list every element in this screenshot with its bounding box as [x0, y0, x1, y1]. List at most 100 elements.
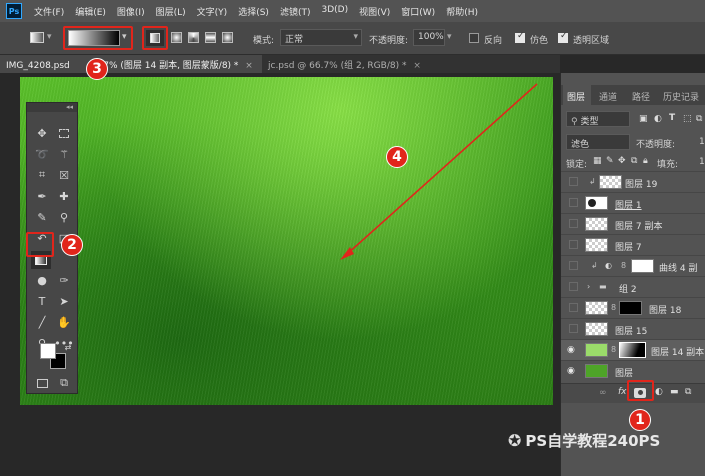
- type-tool-icon[interactable]: T: [33, 293, 51, 309]
- marquee-tool-icon[interactable]: [55, 125, 73, 141]
- visibility-toggle[interactable]: [569, 177, 578, 186]
- reverse-checkbox[interactable]: [469, 33, 479, 43]
- tab-jc[interactable]: jc.psd @ 66.7% (组 2, RGB/8) * ×: [262, 55, 421, 73]
- crop-tool-icon[interactable]: ⌗: [33, 167, 51, 183]
- tab-paths[interactable]: 路径: [628, 85, 658, 105]
- layer-row[interactable]: 图层 7: [561, 234, 705, 255]
- document-canvas[interactable]: [20, 77, 553, 405]
- foreground-color-swatch[interactable]: [40, 343, 56, 359]
- close-icon[interactable]: ×: [413, 61, 421, 71]
- visibility-toggle[interactable]: [569, 303, 578, 312]
- menu-filter[interactable]: 滤镜(T): [280, 5, 311, 18]
- diamond-gradient-button[interactable]: [222, 32, 233, 43]
- magic-wand-tool-icon[interactable]: ⚚: [55, 146, 73, 162]
- filter-type-icon[interactable]: T: [669, 113, 675, 123]
- tab-img4208[interactable]: IMG_4208.psd 6.7% (图层 14 副本, 图层蒙版/8) * ×: [0, 55, 262, 73]
- new-layer-icon[interactable]: ⧉: [685, 387, 691, 397]
- transparency-checkbox[interactable]: [558, 31, 568, 43]
- visibility-toggle[interactable]: [569, 240, 578, 249]
- filter-pixel-icon[interactable]: ▣: [639, 114, 648, 124]
- tab-title: jc.psd @ 66.7% (组 2, RGB/8) *: [268, 61, 407, 71]
- tab-title-suffix: 6.7% (图层 14 副本, 图层蒙版/8) *: [94, 61, 239, 71]
- clone-stamp-tool-icon[interactable]: ⚲: [55, 209, 73, 225]
- menu-help[interactable]: 帮助(H): [446, 5, 478, 18]
- layer-row[interactable]: ◉ 图层: [561, 360, 705, 381]
- lock-pixels-icon[interactable]: ✎: [606, 156, 614, 166]
- opacity-dropdown-icon[interactable]: ▾: [447, 32, 452, 42]
- brush-tool-icon[interactable]: ✎: [33, 209, 51, 225]
- quick-mask-icon[interactable]: [33, 375, 51, 391]
- opacity-input[interactable]: 100%: [413, 29, 445, 46]
- adjustment-layer-icon[interactable]: ◐: [655, 387, 663, 397]
- hand-tool-icon[interactable]: ✋: [55, 314, 73, 330]
- dither-checkbox[interactable]: [515, 31, 525, 43]
- layer-row[interactable]: ↲ 图层 19: [561, 171, 705, 192]
- lock-artboard-icon[interactable]: ⧉: [631, 156, 637, 166]
- visibility-toggle[interactable]: [569, 219, 578, 228]
- tab-channels[interactable]: 通道: [595, 85, 625, 105]
- filter-shape-icon[interactable]: ⬚: [683, 114, 692, 124]
- dodge-tool-icon[interactable]: ●: [33, 272, 51, 288]
- layer-thumbnail: [585, 322, 608, 336]
- filter-adjustment-icon[interactable]: ◐: [654, 114, 662, 124]
- expand-group-icon[interactable]: ›: [587, 282, 590, 291]
- menu-bar: Ps 文件(F) 编辑(E) 图像(I) 图层(L) 文字(Y) 选择(S) 滤…: [0, 0, 705, 22]
- blend-mode-select[interactable]: 滤色: [566, 134, 630, 150]
- menu-edit[interactable]: 编辑(E): [75, 5, 106, 18]
- move-tool-icon[interactable]: ✥: [33, 125, 51, 141]
- layer-row[interactable]: 8 图层 18: [561, 297, 705, 318]
- swap-colors-icon[interactable]: ⇄: [59, 339, 77, 355]
- layer-name: 图层 18: [649, 306, 682, 316]
- lock-position-icon[interactable]: ✥: [618, 156, 626, 166]
- layer-row[interactable]: 图层 1: [561, 192, 705, 213]
- menu-view[interactable]: 视图(V): [359, 5, 390, 18]
- eye-icon[interactable]: ◉: [567, 366, 577, 376]
- close-icon[interactable]: ×: [245, 61, 253, 71]
- layer-filter-select[interactable]: ⚲ 类型: [566, 111, 630, 127]
- tools-panel-header[interactable]: ◂◂: [27, 103, 77, 112]
- lasso-tool-icon[interactable]: ➰: [33, 146, 51, 162]
- folder-icon: ▬: [599, 282, 607, 291]
- menu-layer[interactable]: 图层(L): [156, 5, 186, 18]
- pen-tool-icon[interactable]: ✑: [55, 272, 73, 288]
- visibility-toggle[interactable]: [569, 282, 578, 291]
- menu-window[interactable]: 窗口(W): [401, 5, 435, 18]
- tab-history[interactable]: 历史记录: [659, 85, 705, 105]
- angle-gradient-button[interactable]: [188, 32, 199, 43]
- menu-file[interactable]: 文件(F): [34, 5, 64, 18]
- layer-row-selected[interactable]: ◉ 8 图层 14 副本: [561, 339, 705, 360]
- watermark-text: PS自学教程240PS: [525, 432, 661, 450]
- mode-select[interactable]: 正常 ▾: [280, 29, 362, 46]
- tool-preset-picker[interactable]: [30, 32, 44, 43]
- panel-opacity-value[interactable]: 1: [699, 137, 705, 147]
- visibility-toggle[interactable]: [569, 261, 578, 270]
- layer-row[interactable]: 图层 7 副本: [561, 213, 705, 234]
- line-tool-icon[interactable]: ╱: [33, 314, 51, 330]
- path-selection-tool-icon[interactable]: ➤: [55, 293, 73, 309]
- lock-all-icon[interactable]: 🔒︎: [643, 156, 648, 166]
- visibility-toggle[interactable]: [569, 198, 578, 207]
- layer-row[interactable]: ↲ ◐ 8 曲线 4 副: [561, 255, 705, 276]
- eyedropper-tool-icon[interactable]: ✒: [33, 188, 51, 204]
- fill-value[interactable]: 1: [699, 157, 705, 167]
- link-icon[interactable]: ∞: [599, 388, 607, 398]
- radial-gradient-button[interactable]: [171, 32, 182, 43]
- frame-tool-icon[interactable]: ☒: [55, 167, 73, 183]
- fx-icon[interactable]: fx: [618, 387, 627, 397]
- lock-transparent-icon[interactable]: ▦: [593, 156, 602, 166]
- filter-smart-object-icon[interactable]: ⧉: [696, 114, 702, 124]
- screen-mode-icon[interactable]: ⧉: [55, 375, 73, 391]
- layer-row[interactable]: 图层 15: [561, 318, 705, 339]
- layer-row[interactable]: › ▬ 组 2: [561, 276, 705, 297]
- visibility-toggle[interactable]: [569, 324, 578, 333]
- eye-icon[interactable]: ◉: [567, 345, 577, 355]
- menu-type[interactable]: 文字(Y): [197, 5, 228, 18]
- new-group-icon[interactable]: ▬: [670, 387, 679, 397]
- menu-3d[interactable]: 3D(D): [321, 5, 348, 18]
- menu-image[interactable]: 图像(I): [117, 5, 145, 18]
- healing-brush-tool-icon[interactable]: ✚: [55, 188, 73, 204]
- reflected-gradient-button[interactable]: [205, 32, 216, 43]
- chevron-down-icon[interactable]: ▾: [47, 32, 52, 42]
- menu-select[interactable]: 选择(S): [238, 5, 269, 18]
- tab-layers[interactable]: 图层: [563, 85, 591, 105]
